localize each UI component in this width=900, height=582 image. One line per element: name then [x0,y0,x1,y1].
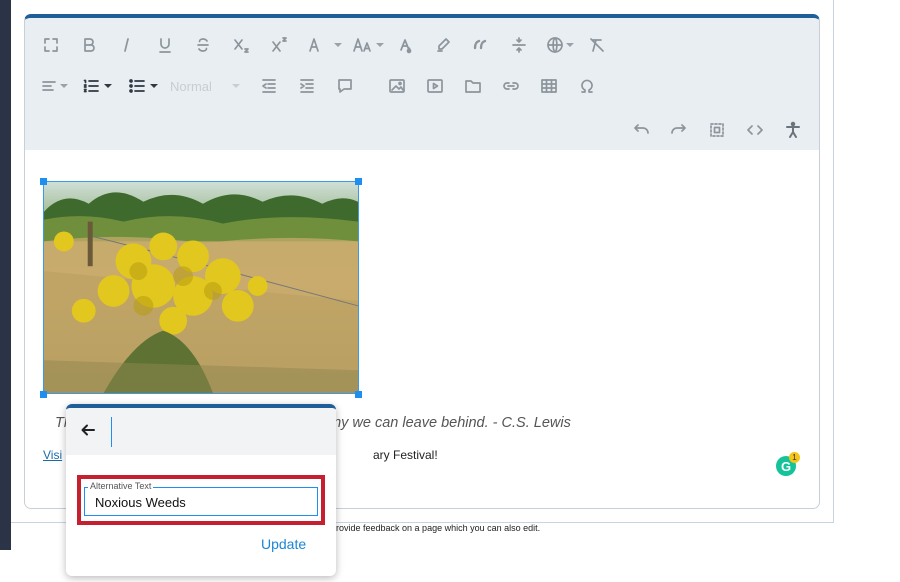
page: Normal Th any we can leave behind. - C.S… [0,0,900,582]
footer-note: rovide feedback on a page which you can … [336,523,541,533]
paragraph-format-caret-icon [232,82,240,90]
visit-line: Visi [43,448,62,462]
alt-text-label: Alternative Text [88,481,154,491]
resize-handle-top-left[interactable] [40,178,47,185]
code-view-icon[interactable] [742,117,768,143]
redo-icon[interactable] [666,117,692,143]
insert-file-icon[interactable] [460,73,486,99]
resize-handle-bottom-left[interactable] [40,391,47,398]
underline-icon[interactable] [152,32,178,58]
insert-table-icon[interactable] [536,73,562,99]
ordered-list-icon[interactable] [78,73,104,99]
bulleted-list-icon[interactable] [124,73,150,99]
back-arrow-icon[interactable] [78,420,98,440]
resize-handle-bottom-right[interactable] [355,391,362,398]
paragraph-format-select[interactable]: Normal [166,73,246,99]
toolbar-row-1 [38,28,610,62]
update-button[interactable]: Update [261,536,306,552]
visit-link[interactable]: Visi [43,448,62,462]
alt-text-popup: Alternative Text Update [66,404,336,576]
insert-link-icon[interactable] [498,73,524,99]
blockquote-icon[interactable] [468,32,494,58]
popup-header [66,408,336,455]
outdent-icon[interactable] [256,73,282,99]
superscript-icon[interactable] [266,32,292,58]
comment-icon[interactable] [332,73,358,99]
highlight-icon[interactable] [430,32,456,58]
font-family-icon[interactable] [302,32,328,58]
toolbar-row-3 [628,113,806,147]
paragraph-format-label: Normal [170,78,212,94]
meadow-flowers-photo [44,182,358,393]
left-sidebar-strip [0,0,11,550]
alt-text-input[interactable] [95,493,305,511]
line-height-icon[interactable] [506,32,532,58]
toolbar-row-2: Normal [36,69,600,103]
undo-icon[interactable] [628,117,654,143]
font-family-caret-icon[interactable] [334,41,342,49]
grammarly-count-badge: 1 [789,452,800,463]
bold-icon[interactable] [76,32,102,58]
editor-toolbar: Normal [25,18,819,150]
indent-icon[interactable] [294,73,320,99]
insert-image-icon[interactable] [384,73,410,99]
ordered-list-caret-icon[interactable] [104,82,112,90]
subscript-icon[interactable] [228,32,254,58]
text-color-icon[interactable] [392,32,418,58]
select-all-icon[interactable] [704,117,730,143]
insert-video-icon[interactable] [422,73,448,99]
accessibility-icon[interactable] [780,117,806,143]
align-icon[interactable] [36,73,62,99]
bulleted-list-caret-icon[interactable] [150,82,158,90]
language-icon[interactable] [542,32,568,58]
italic-icon[interactable] [114,32,140,58]
clear-formatting-icon[interactable] [584,32,610,58]
festival-text: ary Festival! [373,448,438,462]
popup-divider [111,417,112,447]
resize-handle-top-right[interactable] [355,178,362,185]
quote-text-end: any we can leave behind. - C.S. Lewis [325,415,571,431]
strikethrough-icon[interactable] [190,32,216,58]
special-characters-icon[interactable] [574,73,600,99]
selected-image[interactable] [43,181,359,394]
fullscreen-icon[interactable] [38,32,64,58]
font-size-icon[interactable] [348,32,378,58]
